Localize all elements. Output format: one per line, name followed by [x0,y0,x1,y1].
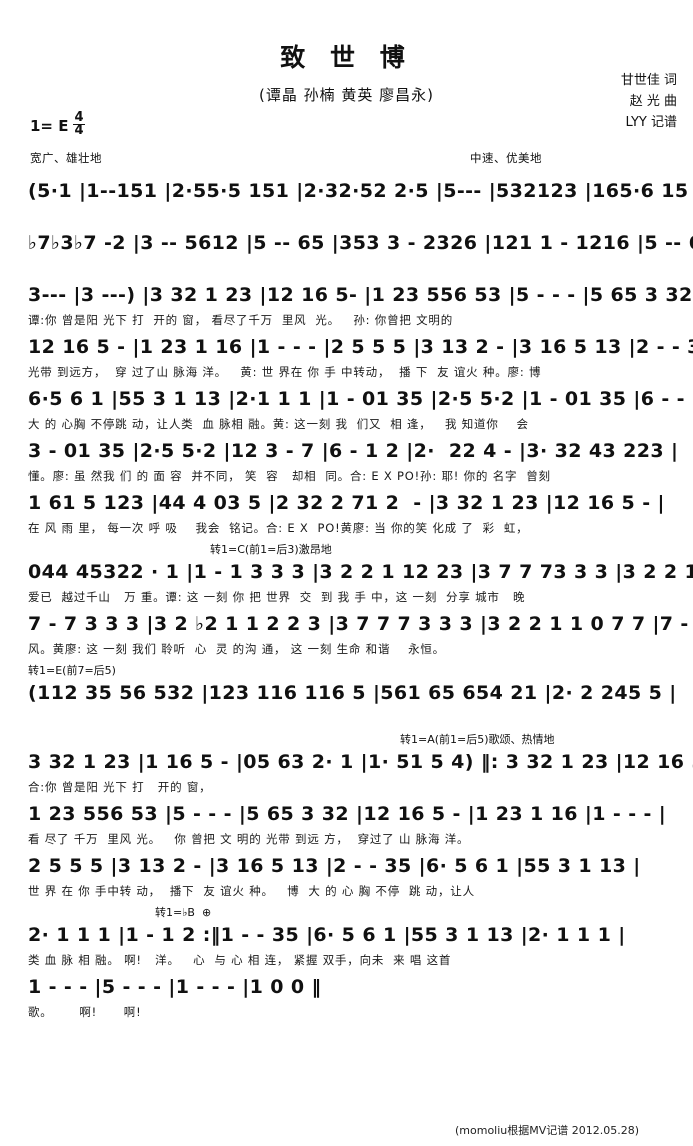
transcription-footer: (momoliu根据MV记谱 2012.05.28) [455,1124,640,1137]
music-system: 6·5 6 1 |55 3 1 13 |2·1 1 1 |1 - 01 35 |… [0,384,693,434]
lyrics-line [0,258,693,278]
notation-line: 3 - 01 35 |2·5 5·2 |12 3 - 7 |6 - 1 2 |2… [28,439,679,462]
lyrics-line: 谭:你 曾是阳 光下 打 开的 窗， 看尽了千万 里风 光。 孙: 你曾把 文明… [28,313,454,327]
music-system: 转1=A(前1=后5)歌颂、热情地 3 32 1 23 |1 16 5 - |05… [0,730,693,797]
credits-block: 甘世佳 词 赵 光 曲 LYY 记谱 [621,70,677,133]
credit-transcriber: LYY 记谱 [625,115,677,131]
expression-marking-left: 宽广、雄壮地 [30,151,102,165]
performers-line: (谭晶 孙楠 黄英 廖昌永) [258,86,434,104]
time-signature: 4 4 [73,111,85,139]
lyrics-line: 懂。廖: 虽 然我 们 的 面 容 并不同， 笑 容 却相 同。合: E X P… [28,469,551,483]
music-system: 1 61 5 123 |44 4 03 5 |2 32 2 71 2 - |3 … [0,488,693,538]
lyrics-line: 风。黄廖: 这 一刻 我们 聆听 心 灵 的沟 通， 这 一刻 生命 和谐 永恒… [28,642,445,656]
notation-line: 3--- |3 ---) |3 32 1 23 |12 16 5- |1 23 … [28,283,693,306]
notation-line: (112 35 56 532 |123 116 116 5 |561 65 65… [28,681,677,704]
credit-composer: 赵 光 曲 [629,94,677,110]
key-change-annotation: 转1=C(前1=后3)激昂地 [210,542,332,556]
music-system: 3 - 01 35 |2·5 5·2 |12 3 - 7 |6 - 1 2 |2… [0,436,693,486]
lyrics-line: 光带 到远方， 穿 过了山 脉海 洋。 黄: 世 界在 你 手 中转动， 播 下… [28,365,542,379]
credit-lyricist: 甘世佳 词 [620,73,677,88]
key-change-annotation: 转1=E(前7=后5) [28,663,116,677]
key-change-annotation: 转1=♭B ⊕ [155,905,212,919]
lyrics-line: 类 血 脉 相 融。 啊! 洋。 心 与 心 相 连， 紧握 双手，向未 来 唱… [28,953,452,967]
lyrics-line: 爱已 越过千山 万 重。谭: 这 一刻 你 把 世界 交 到 我 手 中，这 一… [28,590,526,604]
notation-line: 7 - 7 3 3 3 |3 2 ♭2 1 1 2 2 3 |3 7 7 7 3… [28,612,693,635]
notation-line: 2· 1 1 1 |1 - 1 2 :‖1 - - 35 |6· 5 6 1 |… [28,923,626,946]
lyrics-line: 歌。 啊! 啊! [28,1005,142,1019]
notation-line: 044 45322 · 1 |1 - 1 3 3 3 |3 2 2 1 12 2… [28,560,693,583]
key-change-annotation: 转1=A(前1=后5)歌颂、热情地 [400,732,555,746]
key-signature-label: 1= E [30,116,69,135]
music-system: 转1=♭B ⊕ 2· 1 1 1 |1 - 1 2 :‖1 - - 35 |6· … [0,903,693,970]
time-signature-denominator: 4 [74,123,84,139]
notation-line: 1 - - - |5 - - - |1 - - - |1 0 0 ‖ [28,975,322,998]
notation-line: (5·1 |1--151 |2·55·5 151 |2·32·52 2·5 |5… [28,179,693,202]
music-body: (5·1 |1--151 |2·55·5 151 |2·32·52 2·5 |5… [0,176,693,1024]
lyrics-line [0,206,693,226]
music-system: (5·1 |1--151 |2·55·5 151 |2·32·52 2·5 |5… [0,176,693,226]
notation-line: 2 5 5 5 |3 13 2 - |3 16 5 13 |2 - - 35 |… [28,854,641,877]
music-system: 7 - 7 3 3 3 |3 2 ♭2 1 1 2 2 3 |3 7 7 7 3… [0,609,693,659]
music-system: 1 23 556 53 |5 - - - |5 65 3 32 |12 16 5… [0,799,693,849]
notation-line: 3 32 1 23 |1 16 5 - |05 63 2· 1 |1· 51 5… [28,750,693,773]
music-system: 转1=C(前1=后3)激昂地 044 45322 · 1 |1 - 1 3 3 3… [0,540,693,607]
sheet-music-page: 致 世 博 (谭晶 孙楠 黄英 廖昌永) 甘世佳 词 赵 光 曲 LYY 记谱 … [0,0,693,1146]
page-title: 致 世 博 [280,43,413,72]
notation-line: 12 16 5 - |1 23 1 16 |1 - - - |2 5 5 5 |… [28,335,693,358]
lyrics-line: 在 风 雨 里， 每一次 呼 吸 我会 铭记。合: E X PO!黄廖: 当 你… [28,521,529,535]
key-and-time-signature: 1= E 4 4 [30,111,85,139]
music-system: 1 - - - |5 - - - |1 - - - |1 0 0 ‖ 歌。 啊! … [0,972,693,1022]
expression-marking-right: 中速、优美地 [470,151,542,165]
lyrics-line: 合:你 曾是阳 光下 打 开的 窗， [28,780,212,794]
lyrics-line: 大 的 心胸 不停跳 动，让人类 血 脉相 融。黄: 这一刻 我 们又 相 逢，… [28,417,529,431]
lyrics-line: 看 尽了 千万 里风 光。 你 曾把 文 明的 光带 到远 方， 穿过了 山 脉… [28,832,470,846]
notation-line: 6·5 6 1 |55 3 1 13 |2·1 1 1 |1 - 01 35 |… [28,387,693,410]
notation-line: 1 23 556 53 |5 - - - |5 65 3 32 |12 16 5… [28,802,667,825]
music-system: 12 16 5 - |1 23 1 16 |1 - - - |2 5 5 5 |… [0,332,693,382]
notation-line: ♭7♭3♭7 -2 |3 -- 5612 |5 -- 65 |353 3 - 2… [28,231,693,254]
music-system: 转1=E(前7=后5) (112 35 56 532 |123 116 116 5… [0,661,693,728]
lyrics-line: 世 界 在 你 手中转 动， 播下 友 谊火 种。 博 大 的 心 胸 不停 跳… [28,884,475,898]
music-system: 2 5 5 5 |3 13 2 - |3 16 5 13 |2 - - 35 |… [0,851,693,901]
music-system: ♭7♭3♭7 -2 |3 -- 5612 |5 -- 65 |353 3 - 2… [0,228,693,278]
notation-line: 1 61 5 123 |44 4 03 5 |2 32 2 71 2 - |3 … [28,491,665,514]
music-system: 3--- |3 ---) |3 32 1 23 |12 16 5- |1 23 … [0,280,693,330]
lyrics-line [0,708,693,728]
